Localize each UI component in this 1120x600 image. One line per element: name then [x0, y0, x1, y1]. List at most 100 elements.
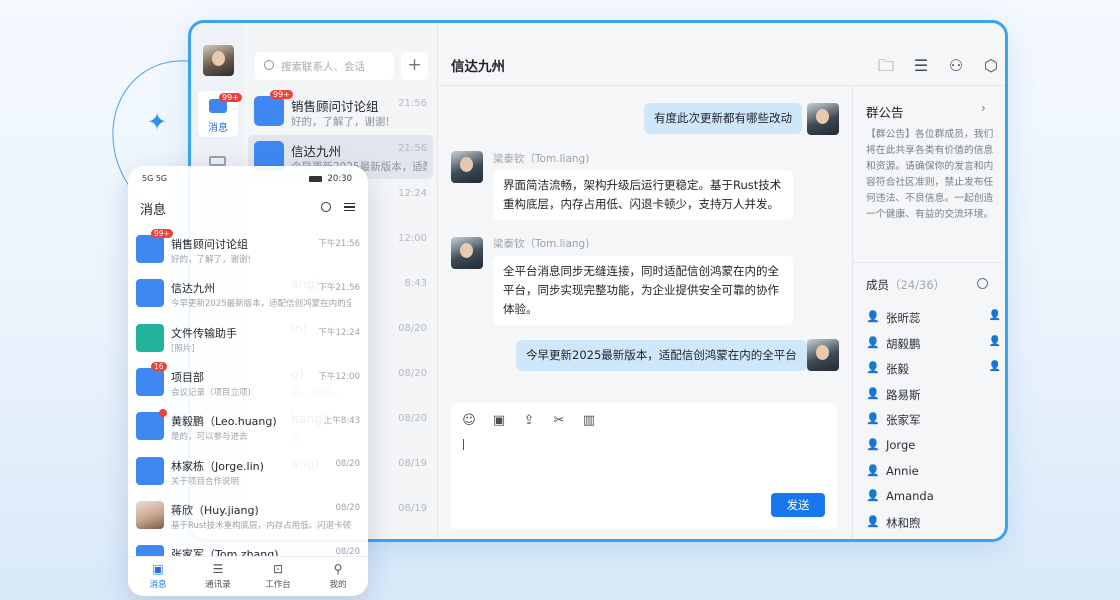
unread-badge: 99+ — [270, 90, 293, 99]
person-icon: 👤 — [866, 412, 880, 426]
folder-icon[interactable]: 🗀 — [876, 57, 896, 75]
nav-item-briefcase[interactable]: ⊡ 工作台 — [248, 562, 308, 590]
my-avatar[interactable] — [203, 45, 234, 76]
chat-panel: 信达九州 🗀 ☰ ⚇ ⬡ 有度此次更新都有哪些改动 梁泰钦（Tom.liang)… — [439, 23, 1005, 539]
conversation-time: 下午12:24 — [318, 327, 361, 338]
conversation-name: 林家栋（Jorge.lin) — [171, 459, 264, 473]
sender-avatar[interactable] — [451, 237, 483, 269]
phone-conversation-item[interactable]: 文件传输助手 下午12:24 [照片] — [128, 317, 368, 361]
sender-avatar[interactable] — [451, 151, 483, 183]
members-header: 成员（24/36） — [866, 277, 945, 293]
person-icon: 👤 — [866, 489, 880, 503]
chevron-right-icon[interactable]: › — [981, 101, 986, 115]
conversation-avatar — [136, 500, 164, 529]
phone-conversation-item[interactable]: 99+ 销售顾问讨论组 下午21:56 好的，了解了，谢谢! — [128, 228, 368, 272]
member-item[interactable]: 👤 Annie — [866, 463, 1001, 481]
nav-item-chat[interactable]: ▣ 消息 — [128, 562, 188, 590]
phone-conversation-item[interactable]: 蒋欣（Huy.jiang) 08/20 基于Rust技术重构底层，内存占用低、闪退卡… — [128, 494, 368, 538]
member-name: Amanda — [886, 489, 934, 504]
person-icon: 👤 — [866, 361, 880, 375]
conversation-time: 08/20 — [398, 413, 427, 424]
nav-label: 消息 — [149, 580, 167, 590]
member-item[interactable]: 👤 Jorge — [866, 437, 1001, 455]
member-item[interactable]: 👤 Amanda — [866, 488, 1001, 506]
search-icon — [264, 60, 274, 70]
nav-item-contacts[interactable]: ☰ 通讯录 — [188, 562, 248, 590]
message-bubble: 全平台消息同步无缝连接，同时适配信创鸿蒙在内的全平台，同步实现完整功能，为企业提… — [493, 256, 793, 325]
message-bubble: 有度此次更新都有哪些改动 — [644, 103, 802, 134]
scissors-icon[interactable]: ✂ — [551, 413, 567, 429]
search-placeholder: 搜索联系人、会话 — [281, 61, 365, 73]
unread-badge: 99+ — [151, 229, 173, 238]
contacts-icon[interactable] — [209, 156, 226, 166]
member-name: 张昕蕊 — [886, 311, 921, 325]
conversation-time: 08/20 — [398, 323, 427, 334]
search-history-icon[interactable]: ☰ — [911, 57, 931, 75]
conversation-name: 项目部 — [171, 370, 204, 384]
sender-avatar[interactable] — [807, 339, 839, 371]
member-item[interactable]: 👤 林和煦 — [866, 514, 1001, 532]
sender-avatar[interactable] — [807, 103, 839, 135]
member-name: 张毅 — [886, 362, 909, 377]
conversation-avatar — [136, 409, 167, 441]
member-item[interactable]: 👤 张昕蕊 👤 — [866, 309, 1001, 327]
conversation-item[interactable]: 99+ 销售顾问讨论组 21:56 好的，了解了，谢谢! — [248, 90, 433, 134]
add-member-icon[interactable]: ⚇ — [946, 57, 966, 75]
conversation-name: 文件传输助手 — [171, 326, 237, 340]
conversation-time: 21:56 — [398, 143, 427, 154]
add-button[interactable]: + — [401, 52, 428, 80]
unread-badge: 16 — [151, 361, 167, 371]
conversation-time: 上午8:43 — [323, 416, 360, 427]
member-item[interactable]: 👤 叶昌鑫 — [866, 539, 1001, 542]
chart-icon[interactable]: ▥ — [581, 413, 597, 429]
conversation-time: 下午21:56 — [318, 239, 361, 249]
conversation-avatar — [136, 279, 164, 308]
member-item[interactable]: 👤 胡毅鹏 👤 — [866, 335, 1001, 353]
phone-conversation-item[interactable]: 林家栋（Jorge.lin) 08/20 关于项目合作说明 — [128, 450, 368, 494]
person-icon: 👤 — [866, 438, 880, 451]
phone-conversation-item[interactable]: 信达九州 下午21:56 今早更新2025最新版本，适配信创鸿蒙在内的全... — [128, 272, 368, 316]
message-bubble: 界面简洁流畅，架构升级后运行更稳定。基于Rust技术重构底层，内存占用低、闪退卡… — [493, 170, 793, 220]
sparkle-icon: ✦ — [147, 108, 168, 136]
member-item[interactable]: 👤 张毅 👤 — [866, 360, 1001, 378]
member-item[interactable]: 👤 张家军 — [866, 411, 1001, 429]
status-signal: 5G 5G — [142, 174, 168, 183]
member-item[interactable]: 👤 路易斯 — [866, 386, 1001, 404]
conversation-preview: 会议记录（项目立项) — [171, 387, 251, 398]
messages-badge: 99+ — [219, 93, 242, 102]
image-icon[interactable]: ▣ — [491, 413, 507, 429]
message-composer[interactable]: ☺ ▣ ⇪ ✂ ▥ 发送 — [451, 403, 837, 529]
conversation-name: 销售顾问讨论组 — [171, 238, 248, 251]
nav-item-person[interactable]: ⚲ 我的 — [308, 562, 368, 590]
member-name: Jorge — [886, 438, 916, 452]
members-count: （24/36） — [889, 278, 946, 292]
phone-conversation-item[interactable]: 16 项目部 下午12:00 会议记录（项目立项) — [128, 361, 368, 405]
menu-icon[interactable] — [344, 203, 355, 211]
emoji-icon[interactable]: ☺ — [461, 413, 477, 429]
search-input[interactable]: 搜索联系人、会话 — [255, 52, 394, 80]
conversation-preview: 好的，了解了，谢谢! — [291, 116, 390, 128]
send-button[interactable]: 发送 — [771, 493, 825, 517]
conversation-preview: [照片] — [171, 343, 195, 354]
phone-conversation-item[interactable]: 黄毅鹏（Leo.huang) 上午8:43 是的，可以参与进去 — [128, 405, 368, 449]
member-name: 张家军 — [886, 413, 921, 428]
briefcase-icon: ⊡ — [272, 562, 284, 576]
settings-icon[interactable]: ⬡ — [981, 57, 1001, 75]
nav-label: 我的 — [329, 580, 347, 590]
conversation-avatar — [136, 323, 164, 352]
conversation-name: 销售顾问讨论组 — [291, 99, 379, 114]
conversation-preview: 好的，了解了，谢谢! — [171, 255, 251, 265]
member-search-icon[interactable] — [977, 278, 988, 289]
conversation-name: 蒋欣（Huy.jiang) — [171, 503, 259, 517]
conversation-time: 08/19 — [398, 458, 427, 469]
admin-status-icon: 👤 — [988, 335, 1001, 347]
conversation-time: 12:24 — [398, 188, 427, 199]
conversation-name: 信达九州 — [291, 144, 342, 159]
mobile-phone-screen: 5G 5G 20:30 消息 99+ 销售顾问讨论组 下午21:56 好的，了解了，谢… — [128, 166, 368, 596]
phone-title: 消息 — [140, 203, 167, 218]
search-icon[interactable] — [321, 202, 331, 212]
upload-icon[interactable]: ⇪ — [521, 413, 537, 429]
rail-messages-tab[interactable]: 99+ 消息 — [198, 91, 242, 137]
conversation-time: 21:56 — [398, 98, 427, 109]
conversation-preview: 基于Rust技术重构底层，内存占用低、闪退卡顿少... — [171, 520, 351, 531]
